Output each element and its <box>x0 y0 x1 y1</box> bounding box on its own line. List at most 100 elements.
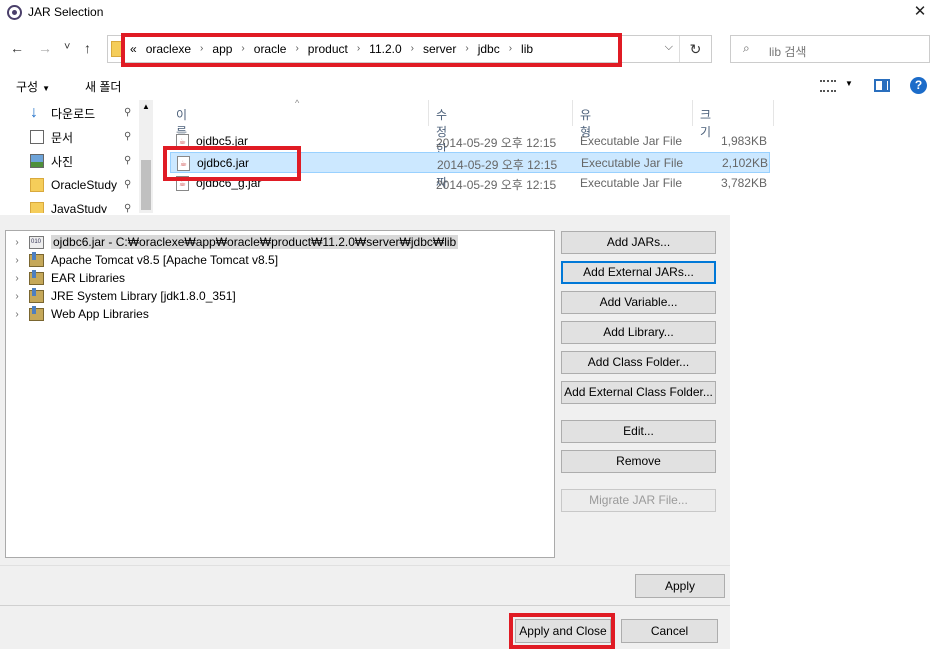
tree-item[interactable]: › Apache Tomcat v8.5 [Apache Tomcat v8.5] <box>6 251 554 269</box>
add-external-class-folder-button[interactable]: Add External Class Folder... <box>561 381 716 404</box>
screen: JAR Selection ✕ ← → ˅ ↑ « oraclexe › app › o… <box>0 0 935 649</box>
up-arrow-icon[interactable]: ↑ <box>84 40 91 56</box>
address-highlight-box <box>121 33 622 67</box>
library-icon <box>29 269 44 285</box>
nav-item-label: JavaStudy <box>51 202 108 213</box>
scroll-up-icon[interactable]: ▲ <box>142 102 150 111</box>
nav-item-label: 다운로드 <box>51 106 96 121</box>
expand-chevron-icon[interactable]: › <box>10 237 24 248</box>
refresh-icon[interactable]: ↻ <box>679 36 711 62</box>
build-path-tree[interactable]: › ojdbc6.jar - C:₩oraclexe₩app₩oracle₩pro… <box>5 230 555 558</box>
jar-selection-dialog: JAR Selection ✕ ← → ˅ ↑ « oraclexe › app › o… <box>0 0 935 215</box>
library-icon <box>29 251 44 267</box>
right-blank-area <box>730 215 935 649</box>
add-jars-button[interactable]: Add JARs... <box>561 231 716 254</box>
pin-icon: ⚲ <box>124 107 132 118</box>
expand-chevron-icon[interactable]: › <box>10 291 24 302</box>
download-icon: ↓ <box>30 104 38 121</box>
tree-item[interactable]: › Web App Libraries <box>6 305 554 323</box>
nav-item-label: OracleStudy <box>51 178 118 192</box>
new-folder-button[interactable]: 새 폴더 <box>85 78 121 95</box>
address-bar[interactable]: « oraclexe › app › oracle › product › 11.2.0 › ser… <box>107 33 712 67</box>
file-size: 3,782KB <box>720 176 767 190</box>
navigation-pane: ↓ 다운로드 ⚲ 문서 ⚲ 사진 ⚲ OracleStudy ⚲ JavaStudy ⚲ <box>0 100 155 213</box>
nav-item[interactable]: ↓ 다운로드 <box>30 102 95 124</box>
remove-button[interactable]: Remove <box>561 450 716 473</box>
divider <box>0 565 730 566</box>
navigation-pane-scrollbar[interactable]: ▲ <box>139 100 153 213</box>
apply-button[interactable]: Apply <box>635 574 725 598</box>
organize-menu[interactable]: 구성 ▼ <box>16 78 50 95</box>
file-type: Executable Jar File <box>580 176 683 190</box>
edit-button[interactable]: Edit... <box>561 420 716 443</box>
organize-label: 구성 <box>16 80 39 94</box>
nav-item[interactable]: 문서 <box>30 126 73 148</box>
search-box[interactable]: ⌕ lib 검색 <box>730 35 930 63</box>
nav-item[interactable]: OracleStudy <box>30 174 117 196</box>
expand-chevron-icon[interactable]: › <box>10 309 24 320</box>
file-size: 2,102KB <box>721 156 768 170</box>
scroll-thumb[interactable] <box>141 160 151 210</box>
file-modified: 2014-05-29 오후 12:15 <box>436 178 557 192</box>
forward-arrow-icon[interactable]: → <box>38 40 52 56</box>
file-modified: 2014-05-29 오후 12:15 <box>437 158 558 172</box>
jar-icon <box>29 235 44 249</box>
view-options-caret-icon[interactable]: ▼ <box>845 79 853 88</box>
document-icon <box>30 130 44 144</box>
tree-item-label: Apache Tomcat v8.5 [Apache Tomcat v8.5] <box>51 253 279 267</box>
file-type: Executable Jar File <box>580 134 683 148</box>
eclipse-icon <box>7 5 22 20</box>
file-modified: 2014-05-29 오후 12:15 <box>436 136 557 150</box>
tree-item[interactable]: › ojdbc6.jar - C:₩oraclexe₩app₩oracle₩pro… <box>6 233 554 251</box>
title-bar: JAR Selection ✕ <box>0 0 935 26</box>
migrate-jar-button: Migrate JAR File... <box>561 489 716 512</box>
nav-item[interactable]: JavaStudy <box>30 198 107 213</box>
library-icon <box>29 287 44 303</box>
search-icon: ⌕ <box>743 41 750 55</box>
nav-item-label: 문서 <box>51 130 74 145</box>
file-type: Executable Jar File <box>581 156 684 170</box>
library-icon <box>29 305 44 321</box>
pictures-icon <box>30 154 44 168</box>
back-arrow-icon[interactable]: ← <box>10 40 24 56</box>
column-divider[interactable] <box>572 100 573 126</box>
tree-item[interactable]: › EAR Libraries <box>6 269 554 287</box>
pin-icon: ⚲ <box>124 155 132 166</box>
expand-chevron-icon[interactable]: › <box>10 273 24 284</box>
tree-item[interactable]: › JRE System Library [jdk1.8.0_351] <box>6 287 554 305</box>
navigation-bar: ← → ˅ ↑ « oraclexe › app › oracle › product › 11… <box>0 30 935 68</box>
pin-icon: ⚲ <box>124 131 132 142</box>
folder-icon <box>30 202 44 213</box>
command-bar: 구성 ▼ 새 폴더 ▼ ? <box>0 72 935 100</box>
apply-close-highlight-box <box>509 613 615 649</box>
tree-item-label: Web App Libraries <box>51 307 149 321</box>
tree-item-label: JRE System Library [jdk1.8.0_351] <box>51 289 236 303</box>
column-divider[interactable] <box>428 100 429 126</box>
add-external-jars-button[interactable]: Add External JARs... <box>561 261 716 284</box>
nav-item[interactable]: 사진 <box>30 150 73 172</box>
help-icon[interactable]: ? <box>910 77 927 94</box>
address-dropdown-icon[interactable]: ⌵ <box>665 41 673 54</box>
add-variable-button[interactable]: Add Variable... <box>561 291 716 314</box>
file-size: 1,983KB <box>720 134 767 148</box>
tree-item-label: EAR Libraries <box>51 271 126 285</box>
search-placeholder: lib 검색 <box>769 45 807 59</box>
preview-pane-icon[interactable] <box>874 79 890 92</box>
pin-icon: ⚲ <box>124 179 132 190</box>
column-divider[interactable] <box>692 100 693 126</box>
organize-caret-icon: ▼ <box>42 84 51 93</box>
add-library-button[interactable]: Add Library... <box>561 321 716 344</box>
sort-arrow-icon: ^ <box>295 98 300 108</box>
pin-icon: ⚲ <box>124 203 132 213</box>
cancel-button[interactable]: Cancel <box>621 619 718 643</box>
file-highlight-box <box>163 146 301 181</box>
close-icon[interactable]: ✕ <box>905 0 935 26</box>
add-class-folder-button[interactable]: Add Class Folder... <box>561 351 716 374</box>
column-divider[interactable] <box>773 100 774 126</box>
expand-chevron-icon[interactable]: › <box>10 255 24 266</box>
folder-icon <box>30 178 44 192</box>
tree-item-label: ojdbc6.jar - C:₩oraclexe₩app₩oracle₩prod… <box>51 235 459 249</box>
dialog-title: JAR Selection <box>28 5 104 19</box>
recent-locations-chevron-icon[interactable]: ˅ <box>64 41 70 53</box>
view-options-icon[interactable] <box>820 80 836 92</box>
